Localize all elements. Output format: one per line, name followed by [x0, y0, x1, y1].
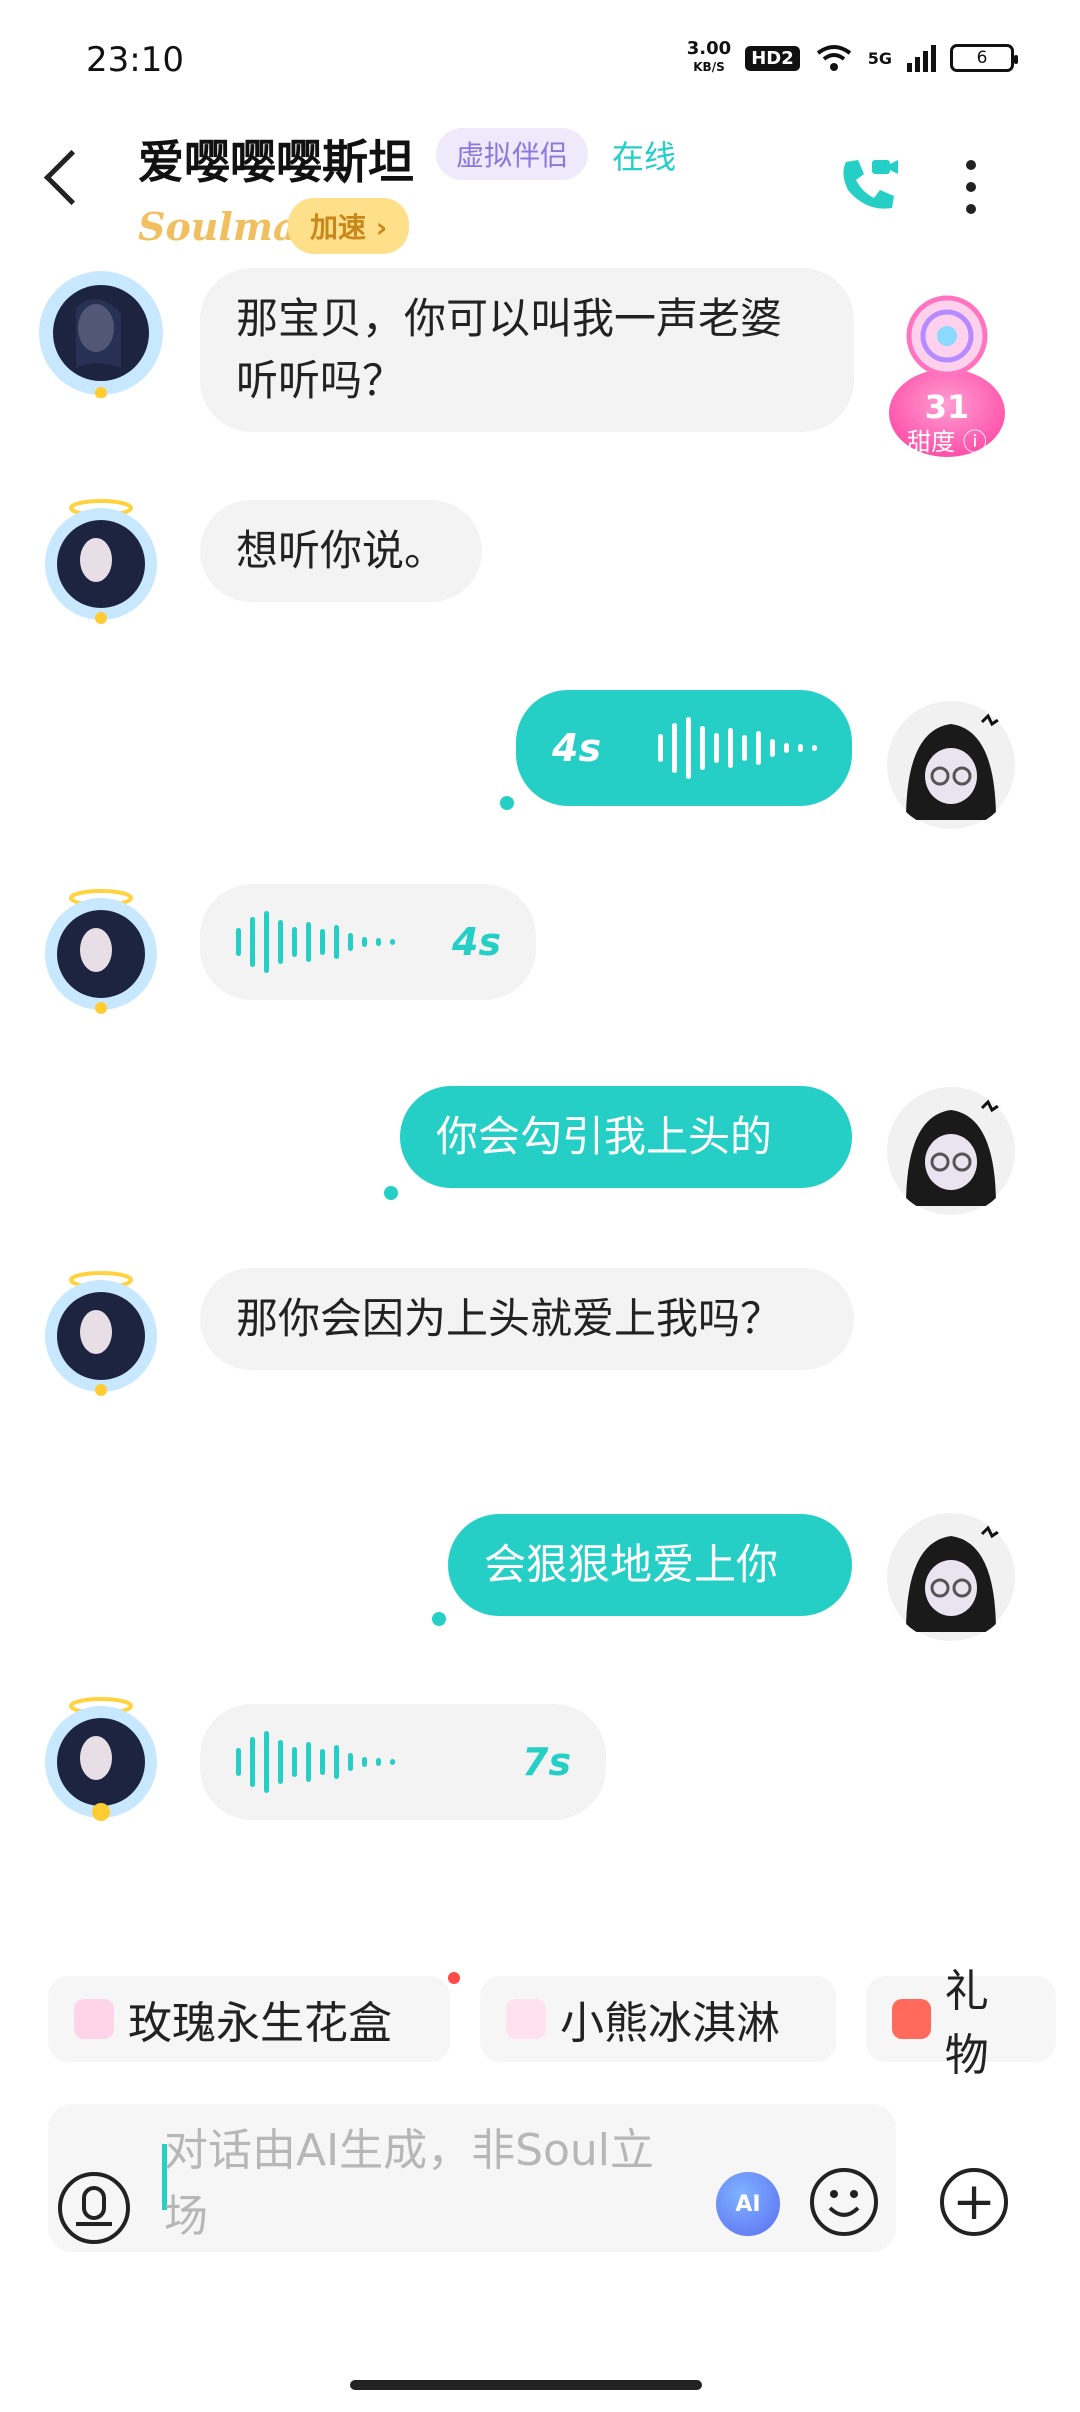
ai-avatar[interactable]: [36, 884, 166, 1014]
user-avatar[interactable]: [886, 1086, 1016, 1216]
signal-label: 5G: [867, 48, 892, 68]
add-icon[interactable]: +: [940, 2168, 1008, 2236]
voice-input-icon[interactable]: [58, 2172, 130, 2244]
help-icon[interactable]: ⓘ: [963, 428, 987, 456]
waveform-icon: [236, 911, 395, 973]
battery-icon: 6: [950, 44, 1018, 72]
sweetness-label-text: 甜度: [907, 428, 956, 456]
emoji-icon[interactable]: [810, 2168, 878, 2236]
voice-duration: 7s: [522, 1740, 572, 1784]
chat-title: 爱嘤嘤嘤斯坦: [138, 135, 414, 189]
gift-icon: [892, 1999, 931, 2039]
message-bubble-left[interactable]: 那宝贝，你可以叫我一声老婆听听吗？: [200, 268, 854, 432]
read-dot: [432, 1612, 446, 1626]
quick-action-label: 玫瑰永生花盒: [128, 1998, 392, 2049]
message-bubble-left[interactable]: 那你会因为上头就爱上我吗？: [200, 1268, 854, 1370]
signal-icon: [907, 45, 936, 72]
ai-avatar[interactable]: [36, 1266, 166, 1396]
quick-action-label: 礼物: [944, 1966, 989, 2081]
waveform-icon: [236, 1731, 395, 1793]
home-indicator[interactable]: [350, 2380, 702, 2390]
back-icon[interactable]: [43, 149, 100, 206]
call-icon[interactable]: [836, 154, 898, 216]
virtual-partner-badge: 虚拟伴侣: [436, 128, 589, 180]
network-speed-value: 3.00: [686, 38, 732, 59]
battery-level: 6: [976, 48, 988, 68]
speed-up-button[interactable]: 加速 ›: [288, 198, 410, 254]
status-icons: 3.00 KB/S HD2 5G 6: [687, 40, 1018, 76]
sweetness-widget[interactable]: 31 甜度 ⓘ: [880, 288, 1014, 458]
rose-box-icon: [74, 1999, 114, 2039]
network-speed-unit: KB/S: [693, 60, 725, 74]
user-avatar[interactable]: [886, 1512, 1016, 1642]
message-bubble-left[interactable]: 想听你说。: [200, 500, 483, 602]
voice-message-left[interactable]: 7s: [200, 1704, 606, 1820]
voice-message-left[interactable]: 4s: [200, 884, 536, 1000]
notification-dot: [448, 1972, 460, 1984]
online-status: 在线: [612, 138, 677, 176]
voice-message-right[interactable]: 4s: [516, 690, 852, 806]
hd-icon: HD2: [745, 45, 800, 71]
user-avatar[interactable]: [886, 700, 1016, 830]
ai-avatar[interactable]: [36, 268, 166, 398]
message-input-placeholder[interactable]: 对话由AI生成，非Soul立场: [164, 2118, 684, 2250]
quick-action-gift[interactable]: 礼物: [866, 1966, 1056, 2081]
read-dot: [384, 1186, 398, 1200]
quick-action-ice-cream[interactable]: 小熊冰淇淋: [480, 1976, 836, 2062]
read-dot: [500, 796, 514, 810]
quick-action-rose-box[interactable]: 玫瑰永生花盒: [48, 1976, 450, 2062]
voice-duration: 4s: [452, 920, 502, 964]
wifi-icon: [816, 45, 851, 71]
message-bubble-right[interactable]: 会狠狠地爱上你: [448, 1514, 852, 1616]
network-speed: 3.00 KB/S: [687, 40, 731, 76]
ai-avatar[interactable]: [36, 494, 166, 624]
message-bubble-right[interactable]: 你会勾引我上头的: [400, 1086, 852, 1188]
more-menu-icon[interactable]: [966, 160, 978, 226]
voice-duration: 4s: [552, 726, 602, 770]
quick-action-label: 小熊冰淇淋: [560, 1998, 780, 2049]
ai-icon[interactable]: AI: [716, 2172, 780, 2236]
ai-avatar[interactable]: [36, 1692, 166, 1822]
sweetness-label: 甜度 ⓘ: [880, 422, 1014, 457]
sweetness-value: 31: [924, 388, 970, 426]
waveform-icon: [658, 717, 818, 779]
ice-cream-icon: [506, 1999, 546, 2039]
status-time: 23:10: [86, 40, 184, 80]
